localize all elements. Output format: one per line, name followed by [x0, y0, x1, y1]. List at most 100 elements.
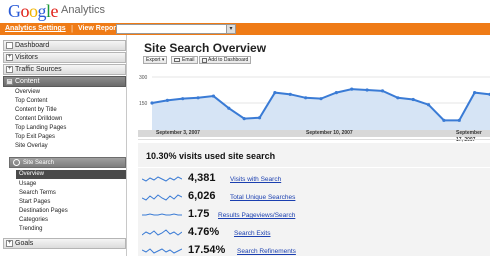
view-reports-select[interactable]: ▾ — [116, 24, 236, 34]
search-refinements-link[interactable]: Search Refinements — [237, 248, 296, 255]
sidebar-item-traffic-sources[interactable]: + Traffic Sources — [3, 64, 126, 75]
data-point[interactable] — [211, 94, 216, 98]
data-point[interactable] — [304, 96, 308, 100]
export-button[interactable]: Export ▾ — [143, 56, 168, 64]
sidebar-item-dashboard[interactable]: Dashboard — [3, 40, 126, 51]
email-label: Email — [182, 57, 195, 63]
sidebar-item-content[interactable]: − Content — [3, 76, 126, 87]
data-point[interactable] — [350, 87, 354, 91]
sparkline-icon — [142, 176, 182, 182]
y-tick-label: 300 — [139, 75, 148, 81]
metric-row: 4,381 Visits with Search — [138, 172, 490, 189]
metric-value: 17.54% — [188, 244, 226, 256]
sparkline-icon — [142, 248, 182, 254]
visits-summary: 10.30% visits used site search — [146, 151, 276, 161]
sidebar: Dashboard + Visitors + Traffic Sources −… — [0, 35, 127, 256]
search-terms-link[interactable]: Search Terms — [19, 190, 56, 196]
data-point[interactable] — [380, 89, 385, 93]
add-to-dashboard-label: Add to Dashboard — [208, 57, 249, 63]
x-tick-label: September 3, 2007 — [156, 130, 200, 136]
google-logo[interactable]: Google — [8, 1, 58, 22]
data-point[interactable] — [473, 91, 477, 95]
sidebar-item-label: Dashboard — [15, 42, 50, 49]
collapse-icon: − — [6, 78, 13, 85]
divider — [138, 167, 490, 168]
results-pageviews-link[interactable]: Results Pageviews/Search — [218, 212, 295, 219]
email-icon — [174, 58, 180, 62]
chevron-down-icon[interactable]: ▾ — [226, 25, 235, 33]
content-by-title-link[interactable]: Content by Title — [15, 107, 57, 113]
metric-value: 1.75 — [188, 208, 210, 220]
data-point[interactable] — [457, 118, 461, 122]
data-point[interactable] — [196, 96, 200, 100]
logo-letter: o — [20, 1, 30, 21]
dashboard-icon — [6, 42, 13, 49]
top-exit-pages-link[interactable]: Top Exit Pages — [15, 134, 55, 140]
expand-icon: + — [6, 54, 13, 61]
total-unique-searches-link[interactable]: Total Unique Searches — [230, 194, 295, 201]
sparkline-icon — [142, 194, 182, 201]
site-search-overview-link[interactable]: Overview — [16, 170, 126, 179]
sparkline-icon — [142, 229, 182, 236]
x-tick-label: September 17, 2007 — [456, 130, 482, 143]
sidebar-item-label: Traffic Sources — [15, 66, 62, 73]
separator: | — [71, 24, 74, 33]
site-overlay-link[interactable]: Site Overlay — [15, 143, 48, 149]
metric-row: 4.76% Search Exits — [138, 226, 490, 243]
top-nav-bar: Analytics Settings | View Reports: ▾ — [0, 23, 490, 35]
product-name: Analytics — [61, 4, 106, 16]
expand-icon: + — [6, 240, 13, 247]
sidebar-item-label: Goals — [15, 240, 34, 247]
data-point[interactable] — [411, 97, 415, 102]
analytics-settings-link[interactable]: Analytics Settings — [5, 25, 66, 32]
data-point[interactable] — [319, 97, 323, 101]
destination-pages-link[interactable]: Destination Pages — [19, 208, 68, 214]
data-point[interactable] — [442, 118, 446, 122]
metric-row: 17.54% Search Refinements — [138, 244, 490, 256]
divider — [138, 139, 490, 140]
data-point[interactable] — [150, 101, 154, 105]
data-point[interactable] — [273, 91, 277, 95]
chart-area — [152, 89, 490, 130]
sidebar-item-visitors[interactable]: + Visitors — [3, 52, 126, 63]
sidebar-item-label: Content — [15, 78, 40, 85]
data-point[interactable] — [334, 91, 338, 95]
metric-row: 1.75 Results Pageviews/Search — [138, 208, 490, 225]
data-point[interactable] — [426, 103, 431, 107]
sidebar-item-label: Site Search — [23, 160, 55, 166]
top-landing-pages-link[interactable]: Top Landing Pages — [15, 125, 66, 131]
x-axis-bar: September 3, 2007 September 10, 2007 Sep… — [138, 130, 490, 143]
data-point[interactable] — [165, 98, 169, 102]
stats-panel: 10.30% visits used site search 4,381 Vis… — [138, 143, 490, 256]
header: Google Analytics — [0, 0, 490, 23]
add-to-dashboard-button[interactable]: Add to Dashboard — [199, 56, 252, 64]
data-point[interactable] — [396, 96, 400, 100]
data-point[interactable] — [288, 92, 292, 96]
categories-link[interactable]: Categories — [19, 217, 48, 223]
logo-letter: o — [29, 1, 38, 21]
start-pages-link[interactable]: Start Pages — [19, 199, 50, 205]
x-tick-label: September 10, 2007 — [306, 130, 353, 136]
sidebar-item-site-search[interactable]: Site Search — [9, 157, 126, 168]
data-point[interactable] — [181, 97, 185, 101]
email-button[interactable]: Email — [171, 56, 198, 64]
content-overview-link[interactable]: Overview — [15, 89, 40, 95]
y-tick-label: 150 — [139, 101, 148, 107]
sidebar-item-goals[interactable]: + Goals — [3, 238, 126, 249]
logo-letter: g — [37, 1, 47, 21]
data-point[interactable] — [227, 106, 231, 110]
search-icon — [13, 159, 20, 166]
sparkline-icon — [142, 213, 182, 216]
data-point[interactable] — [257, 116, 262, 120]
search-exits-link[interactable]: Search Exits — [234, 230, 271, 237]
logo-letter: G — [8, 1, 21, 21]
visits-with-search-link[interactable]: Visits with Search — [230, 176, 281, 183]
top-content-link[interactable]: Top Content — [15, 98, 47, 104]
metric-value: 6,026 — [188, 190, 216, 202]
data-point[interactable] — [242, 117, 246, 121]
usage-link[interactable]: Usage — [19, 181, 36, 187]
data-point[interactable] — [365, 88, 369, 92]
trending-link[interactable]: Trending — [19, 226, 42, 232]
dashboard-icon — [202, 58, 207, 63]
content-drilldown-link[interactable]: Content Drilldown — [15, 116, 62, 122]
